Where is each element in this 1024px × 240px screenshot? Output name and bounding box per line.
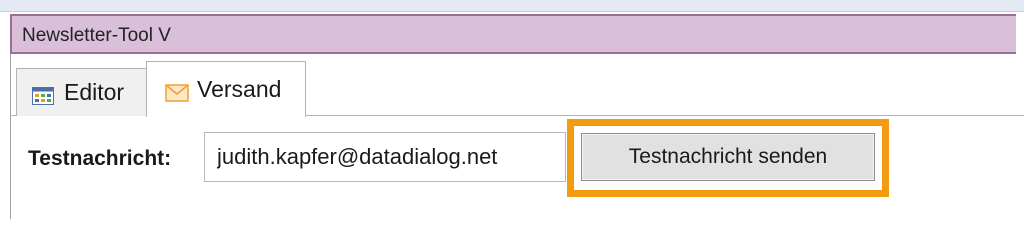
- app-frame: Newsletter-Tool V Editor Versand Testnac…: [0, 0, 1024, 219]
- window-title: Newsletter-Tool V: [22, 25, 171, 46]
- table-grid-icon: [32, 84, 54, 105]
- tab-editor-label: Editor: [64, 79, 125, 105]
- tab-versand[interactable]: Versand: [146, 61, 306, 117]
- email-field[interactable]: [204, 132, 566, 182]
- top-strip: [0, 0, 1024, 12]
- tab-editor[interactable]: Editor: [16, 68, 147, 116]
- send-form: Testnachricht: Testnachricht senden: [10, 116, 1024, 219]
- title-bar: Newsletter-Tool V: [10, 14, 1016, 54]
- tab-row: Editor Versand: [10, 60, 1024, 117]
- envelope-icon: [165, 81, 189, 102]
- tab-versand-label: Versand: [197, 76, 282, 102]
- testnachricht-label: Testnachricht:: [28, 147, 172, 170]
- send-test-button[interactable]: Testnachricht senden: [581, 133, 875, 181]
